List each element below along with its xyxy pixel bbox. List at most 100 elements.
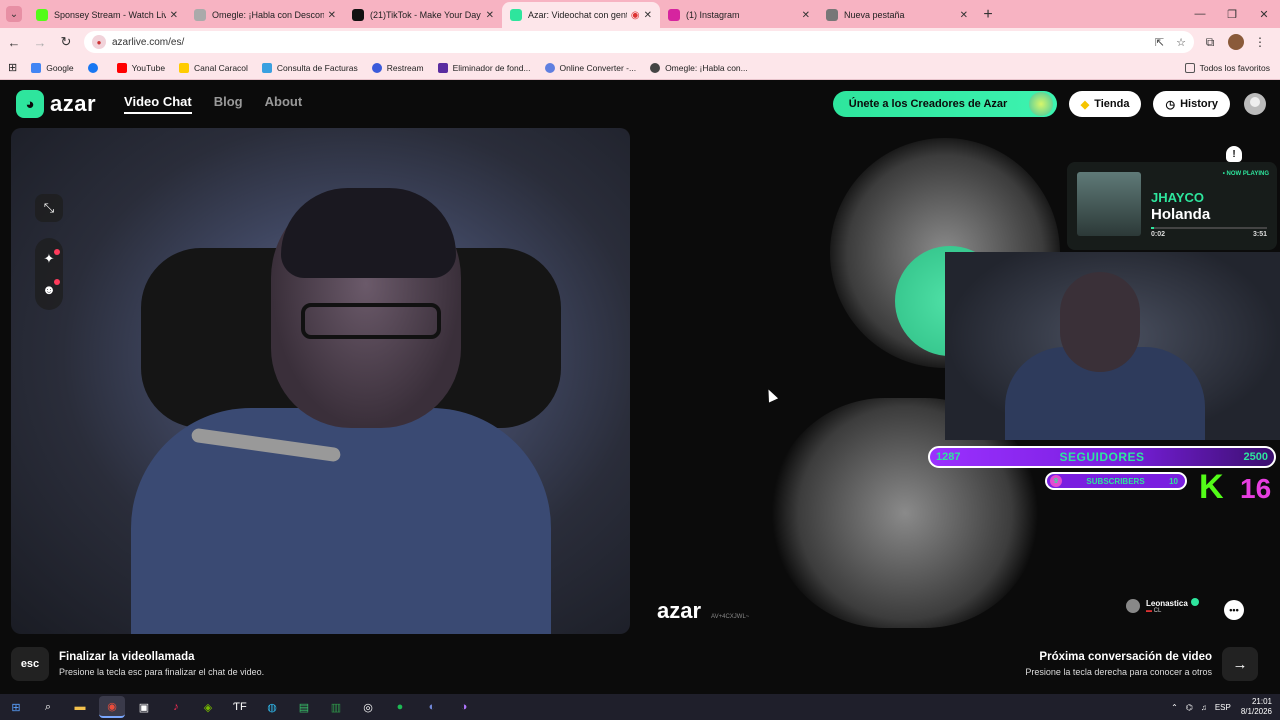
nvidia-icon[interactable]: ◈ <box>195 696 221 718</box>
end-call-button[interactable]: esc <box>11 647 49 681</box>
shop-button[interactable]: ◆ Tienda <box>1068 91 1142 117</box>
windows-start-icon[interactable]: ⊞ <box>3 696 29 718</box>
restore-icon[interactable]: ❐ <box>1216 0 1248 28</box>
tab-omegle[interactable]: Omegle: ¡Habla con Desconoc ✕ <box>186 2 344 28</box>
next-call-button[interactable]: → <box>1222 647 1258 681</box>
omnibox[interactable]: ● azarlive.com/es/ ⇱ ☆ <box>84 31 1194 53</box>
profile-avatar[interactable] <box>1228 34 1244 50</box>
tray-overflow-icon[interactable]: ⌃ <box>1171 703 1178 712</box>
twitch-icon[interactable]: ◑ <box>451 696 477 718</box>
volume-icon[interactable]: ♫ <box>1201 703 1207 712</box>
tab-sponsey[interactable]: Sponsey Stream - Watch Live o ✕ <box>28 2 186 28</box>
url-text[interactable]: azarlive.com/es/ <box>112 37 1143 48</box>
partner-info[interactable]: Leonastica ▬ CL <box>1126 598 1199 614</box>
end-call-title: Finalizar la videollamada <box>59 651 195 663</box>
bookmark-label: Restream <box>386 62 424 73</box>
bookmark-converter[interactable]: Online Converter -... <box>544 62 636 73</box>
followers-label: SEGUIDORES <box>1059 450 1145 464</box>
kick-icon <box>36 9 48 21</box>
reload-icon[interactable]: ↻ <box>54 30 78 54</box>
language-indicator[interactable]: ESP <box>1215 703 1231 712</box>
close-icon[interactable]: ✕ <box>486 10 494 21</box>
apps-grid-icon[interactable]: ⊞ <box>8 61 17 74</box>
effects-toolbar: ✦ ☻ <box>35 238 63 310</box>
report-shield-icon[interactable]: ! <box>1226 146 1242 162</box>
header-actions: Únete a los Creadores de Azar ◆ Tienda ◷… <box>832 91 1266 117</box>
discord-icon[interactable]: ◐ <box>419 696 445 718</box>
youtube-icon <box>116 62 127 73</box>
system-tray: ⌃ ⌬ ♫ ESP 21:01 8/1/2026 <box>1163 697 1272 717</box>
chat-bubble-icon[interactable]: ••• <box>1224 600 1244 620</box>
bookmark-facebook[interactable] <box>87 62 103 73</box>
tab-tiktok[interactable]: (21)TikTok - Make Your Day ✕ <box>344 2 502 28</box>
close-icon[interactable]: ✕ <box>802 10 810 21</box>
join-creators-button[interactable]: Únete a los Creadores de Azar <box>832 91 1057 117</box>
notification-dot <box>54 279 60 285</box>
azar-icon <box>510 9 522 21</box>
close-window-icon[interactable]: ✕ <box>1248 0 1280 28</box>
minimize-video-icon[interactable]: ⤡ <box>35 194 63 222</box>
new-tab-button[interactable]: + <box>976 2 1000 28</box>
bookmark-star-icon[interactable]: ☆ <box>1176 36 1186 49</box>
chrome-icon <box>826 9 838 21</box>
bookmark-google[interactable]: Google <box>31 62 74 73</box>
followers-current: 1287 <box>936 451 961 463</box>
tiktok-icon[interactable]: ♪ <box>163 696 189 718</box>
face-filter-icon[interactable]: ☻ <box>35 274 63 304</box>
back-icon[interactable]: ← <box>2 30 26 54</box>
google-icon <box>31 62 42 73</box>
bookmark-eliminador[interactable]: Eliminador de fond... <box>437 62 531 73</box>
window-controls: — ❐ ✕ <box>1184 0 1280 28</box>
all-bookmarks[interactable]: Todos los favoritos <box>1184 62 1270 73</box>
tab-search-button[interactable]: ⌄ <box>0 0 28 28</box>
install-app-icon[interactable]: ⇱ <box>1155 36 1164 49</box>
network-icon[interactable]: ⌬ <box>1186 703 1193 712</box>
search-icon[interactable]: ⌕ <box>35 696 61 718</box>
shop-label: Tienda <box>1094 98 1130 110</box>
video-scene-glasses <box>301 303 441 339</box>
close-icon[interactable]: ✕ <box>644 10 652 21</box>
kick-count: 16 <box>1240 473 1272 504</box>
nav-video-chat[interactable]: Video Chat <box>124 94 192 114</box>
menu-icon[interactable]: ⋮ <box>1248 30 1272 54</box>
chrome-icon[interactable]: ◉ <box>99 696 125 718</box>
close-icon[interactable]: ✕ <box>960 10 968 21</box>
bookmark-youtube[interactable]: YouTube <box>116 62 165 73</box>
bookmark-label: Google <box>46 62 74 73</box>
file-explorer-icon[interactable]: ▬ <box>67 696 93 718</box>
tab-instagram[interactable]: (1) Instagram ✕ <box>660 2 818 28</box>
tab-title: Sponsey Stream - Watch Live o <box>54 10 166 20</box>
tab-azar[interactable]: Azar: Videochat con gente ◉ ✕ <box>502 2 660 28</box>
effects-sparkle-icon[interactable]: ✦ <box>35 244 63 274</box>
bookmark-omegle[interactable]: Omegle: ¡Habla con... <box>650 62 748 73</box>
history-button[interactable]: ◷ History <box>1153 91 1230 117</box>
tab-new[interactable]: Nueva pestaña ✕ <box>818 2 976 28</box>
azar-logo[interactable]: ◕ azar <box>16 90 96 118</box>
cod-icon[interactable]: ▣ <box>131 696 157 718</box>
followers-goal-bar: 1287 SEGUIDORES 2500 <box>928 446 1276 468</box>
nav-blog[interactable]: Blog <box>214 94 243 114</box>
bookmark-restream[interactable]: Restream <box>371 62 424 73</box>
local-video: ⤡ ✦ ☻ <box>11 128 630 634</box>
spotify-icon[interactable]: ● <box>387 696 413 718</box>
xbox-icon[interactable]: ▤ <box>291 696 317 718</box>
progress-fill <box>1151 227 1155 229</box>
clock[interactable]: 21:01 8/1/2026 <box>1241 697 1272 717</box>
facebook-icon <box>87 62 98 73</box>
obs-icon[interactable]: ◎ <box>355 696 381 718</box>
clock-date: 8/1/2026 <box>1240 707 1272 716</box>
forward-icon[interactable]: → <box>28 30 52 54</box>
user-avatar[interactable] <box>1244 93 1266 115</box>
site-info-icon[interactable]: ● <box>92 35 106 49</box>
tf-icon[interactable]: ƬF <box>227 696 253 718</box>
extensions-icon[interactable]: ⧉ <box>1198 30 1222 54</box>
minimize-icon[interactable]: — <box>1184 0 1216 28</box>
bookmark-caracol[interactable]: Canal Caracol <box>179 62 248 73</box>
edge-icon[interactable]: ◍ <box>259 696 285 718</box>
nav-about[interactable]: About <box>265 94 303 114</box>
bookmark-facturas[interactable]: Consulta de Facturas <box>261 62 358 73</box>
terminal-icon[interactable]: ▥ <box>323 696 349 718</box>
close-icon[interactable]: ✕ <box>170 10 178 21</box>
clock-icon: ◷ <box>1165 98 1176 111</box>
close-icon[interactable]: ✕ <box>328 10 336 21</box>
